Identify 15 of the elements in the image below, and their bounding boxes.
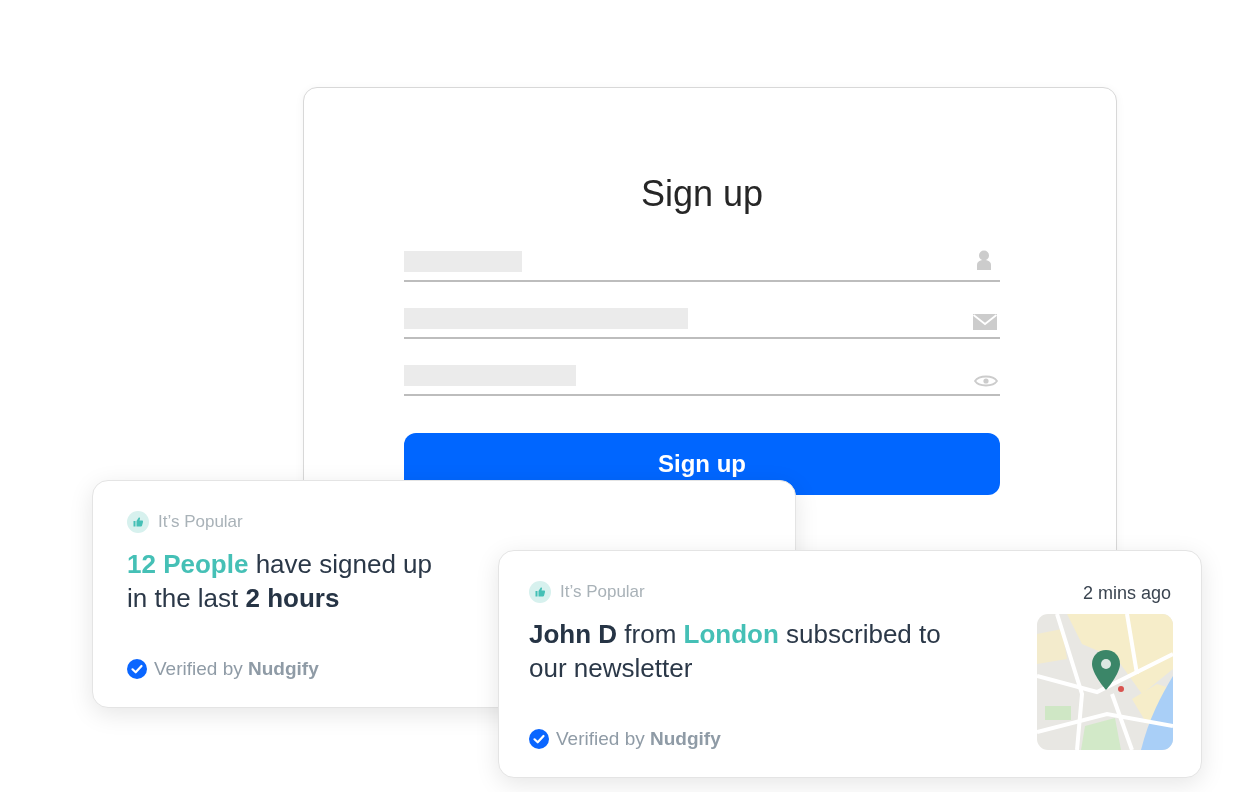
eye-icon: [974, 374, 998, 388]
verified-check-icon: [127, 659, 147, 679]
notification-message: John D from London subscribed to our newsletter: [529, 618, 942, 685]
badge-label: It’s Popular: [158, 511, 243, 533]
notification-message: 12 People have signed up in the last 2 hours: [127, 548, 433, 615]
timestamp: 2 mins ago: [1082, 582, 1171, 604]
form-title: Sign up: [639, 172, 765, 216]
verified-label: Verified by Nudgify: [556, 727, 721, 751]
envelope-icon: [973, 314, 997, 330]
thumbs-up-icon: [529, 581, 551, 603]
verified-label: Verified by Nudgify: [154, 657, 319, 681]
thumbs-up-icon: [127, 511, 149, 533]
badge-label: It’s Popular: [560, 581, 645, 603]
verified-check-icon: [529, 729, 549, 749]
user-icon: [976, 250, 992, 270]
